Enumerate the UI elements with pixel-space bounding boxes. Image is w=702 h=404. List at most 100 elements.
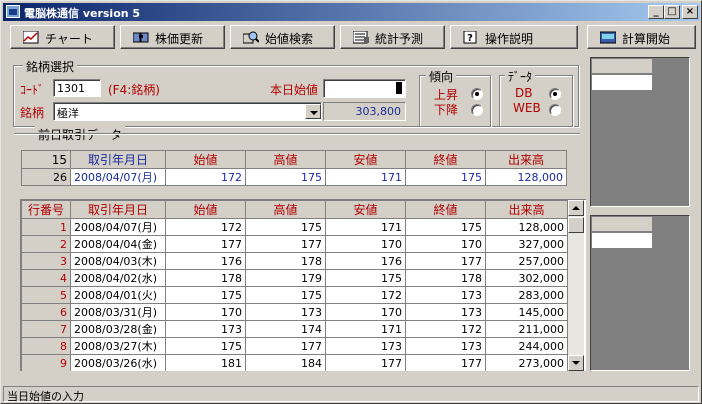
cell[interactable]: 170 xyxy=(405,235,486,253)
cell[interactable]: 302,000 xyxy=(485,269,568,287)
cell[interactable]: 128,000 xyxy=(485,168,567,186)
cell[interactable]: 2008/03/28(金) xyxy=(70,320,166,338)
cell[interactable]: 145,000 xyxy=(485,303,568,321)
cell[interactable]: 171 xyxy=(325,218,406,236)
column-header[interactable]: 高値 xyxy=(245,200,326,219)
cell[interactable]: 173 xyxy=(245,303,326,321)
cell[interactable]: 172 xyxy=(325,286,406,304)
cell[interactable]: 173 xyxy=(405,303,486,321)
table-row[interactable]: 2 2008/04/04(金) 177 177 170 170 327,000 xyxy=(21,235,568,253)
cell[interactable]: 170 xyxy=(325,303,406,321)
prev-day-row[interactable]: 26 2008/04/07(月) 172 175 171 175 128,000 xyxy=(21,168,567,186)
table-row[interactable]: 8 2008/03/27(木) 175 177 173 173 244,000 xyxy=(21,337,568,355)
cell[interactable]: 175 xyxy=(405,168,486,186)
column-header[interactable]: 始値 xyxy=(165,200,246,219)
start-calculation-button[interactable]: 計算開始 xyxy=(587,25,696,49)
cell[interactable]: 178 xyxy=(165,269,246,287)
column-header[interactable]: 出来高 xyxy=(485,150,567,169)
cell[interactable]: 173 xyxy=(165,320,246,338)
cell[interactable]: 211,000 xyxy=(485,320,568,338)
cell[interactable]: 2008/03/27(木) xyxy=(70,337,166,355)
web-radio[interactable] xyxy=(549,104,561,116)
cell[interactable]: 2008/03/31(月) xyxy=(70,303,166,321)
stock-name-select[interactable]: 極洋 xyxy=(53,102,322,121)
cell[interactable]: 2008/04/02(水) xyxy=(70,269,166,287)
cell[interactable]: 173 xyxy=(405,337,486,355)
title-bar[interactable]: 電脳株通信 version 5 _ □ × xyxy=(3,3,700,21)
cell[interactable]: 177 xyxy=(165,235,246,253)
cell[interactable]: 175 xyxy=(165,286,246,304)
column-header[interactable]: 行番号 xyxy=(21,200,71,219)
cell[interactable]: 128,000 xyxy=(485,218,568,236)
cell[interactable]: 184 xyxy=(245,354,326,371)
cell[interactable]: 172 xyxy=(165,168,246,186)
db-radio[interactable] xyxy=(549,88,561,100)
table-row[interactable]: 5 2008/04/01(火) 175 175 172 173 283,000 xyxy=(21,286,568,304)
chart-button[interactable]: チャート xyxy=(10,25,115,49)
scroll-up-button[interactable] xyxy=(568,200,584,216)
cell[interactable]: 173 xyxy=(325,337,406,355)
cell[interactable]: 170 xyxy=(165,303,246,321)
cell[interactable]: 178 xyxy=(405,269,486,287)
table-row[interactable]: 1 2008/04/07(月) 172 175 171 175 128,000 xyxy=(21,218,568,236)
minimize-button[interactable]: _ xyxy=(648,5,664,19)
trend-up-radio[interactable] xyxy=(471,88,483,100)
cell[interactable]: 176 xyxy=(325,252,406,270)
column-header[interactable]: 出来高 xyxy=(485,200,568,219)
table-row[interactable]: 6 2008/03/31(月) 170 173 170 173 145,000 xyxy=(21,303,568,321)
cell[interactable]: 2008/04/07(月) xyxy=(70,218,166,236)
side-panel-bottom-cell[interactable] xyxy=(591,232,653,249)
side-panel-top-cell[interactable] xyxy=(591,74,653,91)
cell[interactable]: 2008/04/04(金) xyxy=(70,235,166,253)
cell[interactable]: 2008/04/01(火) xyxy=(70,286,166,304)
cell[interactable]: 273,000 xyxy=(485,354,568,371)
cell[interactable]: 2008/03/26(水) xyxy=(70,354,166,371)
cell[interactable]: 172 xyxy=(405,320,486,338)
open-search-button[interactable]: 始値検索 xyxy=(230,25,335,49)
column-header[interactable]: 始値 xyxy=(165,150,246,169)
cell[interactable]: 177 xyxy=(245,337,326,355)
cell[interactable]: 179 xyxy=(245,269,326,287)
cell[interactable]: 176 xyxy=(165,252,246,270)
cell[interactable]: 2008/04/07(月) xyxy=(70,168,166,186)
column-header[interactable]: 安値 xyxy=(325,200,406,219)
cell[interactable]: 178 xyxy=(245,252,326,270)
column-header[interactable]: 高値 xyxy=(245,150,326,169)
cell[interactable]: 181 xyxy=(165,354,246,371)
scroll-down-button[interactable] xyxy=(568,355,584,371)
cell[interactable]: 175 xyxy=(165,337,246,355)
cell[interactable]: 327,000 xyxy=(485,235,568,253)
cell[interactable]: 175 xyxy=(245,286,326,304)
maximize-button[interactable]: □ xyxy=(664,5,680,19)
cell[interactable]: 2008/04/03(木) xyxy=(70,252,166,270)
table-row[interactable]: 7 2008/03/28(金) 173 174 171 172 211,000 xyxy=(21,320,568,338)
column-header[interactable]: 終値 xyxy=(405,200,486,219)
cell[interactable]: 171 xyxy=(325,168,406,186)
statistics-forecast-button[interactable]: 統計予測 xyxy=(340,25,445,49)
history-scrollbar[interactable] xyxy=(568,200,584,371)
scroll-thumb[interactable] xyxy=(568,217,584,233)
cell[interactable]: 177 xyxy=(405,354,486,371)
cell[interactable]: 177 xyxy=(405,252,486,270)
cell[interactable]: 173 xyxy=(405,286,486,304)
column-header[interactable]: 取引年月日 xyxy=(70,150,166,169)
cell[interactable]: 174 xyxy=(245,320,326,338)
column-header[interactable]: 終値 xyxy=(405,150,486,169)
cell[interactable]: 175 xyxy=(245,218,326,236)
cell[interactable]: 171 xyxy=(325,320,406,338)
column-header[interactable]: 安値 xyxy=(325,150,406,169)
cell[interactable]: 170 xyxy=(325,235,406,253)
table-row[interactable]: 3 2008/04/03(木) 176 178 176 177 257,000 xyxy=(21,252,568,270)
open-price-input[interactable] xyxy=(323,79,406,98)
cell[interactable]: 244,000 xyxy=(485,337,568,355)
cell[interactable]: 175 xyxy=(325,269,406,287)
cell[interactable]: 175 xyxy=(405,218,486,236)
table-row[interactable]: 4 2008/04/02(水) 178 179 175 178 302,000 xyxy=(21,269,568,287)
trend-down-radio[interactable] xyxy=(471,104,483,116)
table-row[interactable]: 9 2008/03/26(水) 181 184 177 177 273,000 xyxy=(21,354,568,371)
update-prices-button[interactable]: 株価更新 xyxy=(120,25,225,49)
stock-code-input[interactable]: 1301 xyxy=(53,79,101,97)
close-button[interactable]: × xyxy=(682,5,698,19)
cell[interactable]: 175 xyxy=(245,168,326,186)
cell[interactable]: 283,000 xyxy=(485,286,568,304)
